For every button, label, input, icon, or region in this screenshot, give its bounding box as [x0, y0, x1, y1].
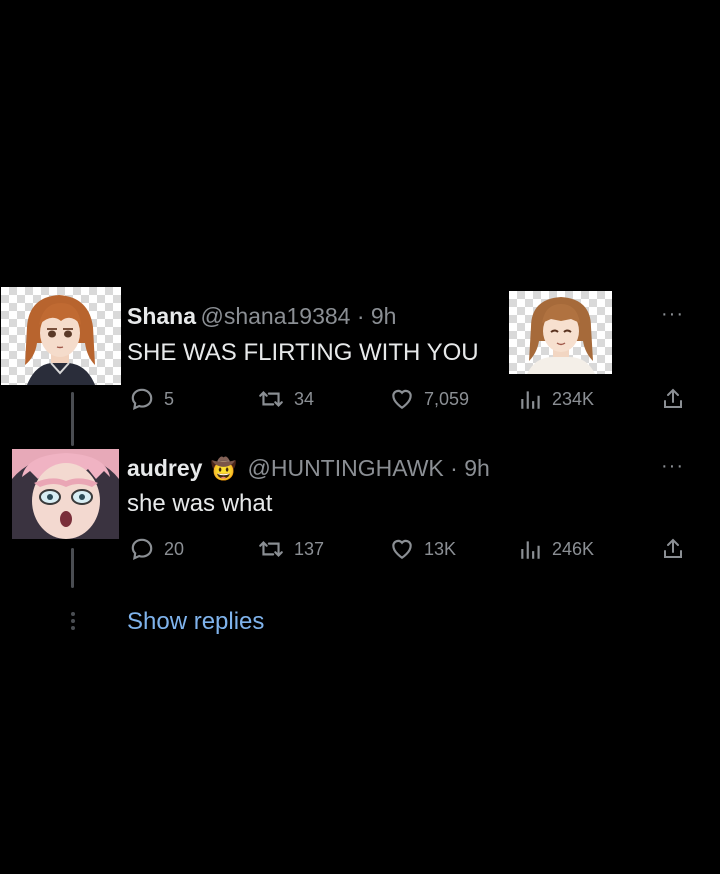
views-button[interactable]: 246K: [519, 536, 594, 562]
views-count: 246K: [552, 538, 595, 559]
reply-button[interactable]: 20: [129, 536, 184, 562]
tweet-2-text: she was what: [127, 490, 273, 517]
author-handle-time[interactable]: @shana19384 · 9h: [200, 303, 396, 329]
reply-icon: [131, 388, 153, 411]
audrey-avatar[interactable]: [12, 449, 119, 539]
share-button[interactable]: [661, 386, 685, 412]
reply-count: 5: [164, 388, 175, 409]
like-count: 7,059: [424, 388, 470, 409]
author-handle-time[interactable]: @HUNTINGHAWK · 9h: [248, 455, 490, 481]
share-button[interactable]: [661, 536, 685, 562]
reply-icon: [131, 538, 153, 561]
author-name[interactable]: Shana: [127, 303, 196, 329]
views-count: 234K: [552, 388, 595, 409]
retweet-button[interactable]: 34: [257, 386, 314, 412]
like-button[interactable]: 7,059: [389, 386, 469, 412]
tweet-1-header: Shana @shana19384 · 9h: [127, 303, 396, 330]
thread-line: [71, 392, 74, 446]
retweet-button[interactable]: 137: [257, 536, 324, 562]
retweet-count: 34: [294, 388, 315, 409]
reply-button[interactable]: 5: [129, 386, 174, 412]
shana-avatar[interactable]: [1, 287, 121, 385]
like-count: 13K: [424, 538, 457, 559]
tweet-2-header: audrey 🤠 @HUNTINGHAWK · 9h: [127, 455, 490, 482]
heart-icon: [392, 539, 412, 559]
like-button[interactable]: 13K: [389, 536, 456, 562]
cowboy-emoji-badge: 🤠: [210, 458, 238, 481]
share-icon: [664, 388, 682, 408]
reply-count: 20: [164, 538, 185, 559]
share-icon: [664, 538, 682, 558]
thread-continuation-dots: [71, 612, 75, 633]
more-options-button[interactable]: ···: [661, 455, 684, 478]
author-name[interactable]: audrey: [127, 455, 202, 481]
retweet-icon: [259, 541, 283, 557]
shana-attached-image[interactable]: [509, 291, 612, 374]
retweet-count: 137: [294, 538, 325, 559]
views-icon: [521, 541, 540, 559]
show-replies-link[interactable]: Show replies: [127, 608, 264, 636]
retweet-icon: [259, 391, 283, 407]
heart-icon: [392, 389, 412, 409]
more-options-button[interactable]: ···: [661, 303, 684, 326]
tweet-1-text: SHE WAS FLIRTING WITH YOU: [127, 339, 479, 366]
views-icon: [521, 391, 540, 409]
views-button[interactable]: 234K: [519, 386, 594, 412]
thread-line: [71, 548, 74, 588]
